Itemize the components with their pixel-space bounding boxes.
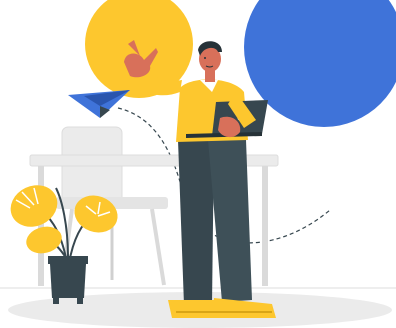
illustration-scene <box>0 0 396 328</box>
blue-circle <box>244 0 396 127</box>
paper-plane-icon <box>68 90 130 118</box>
